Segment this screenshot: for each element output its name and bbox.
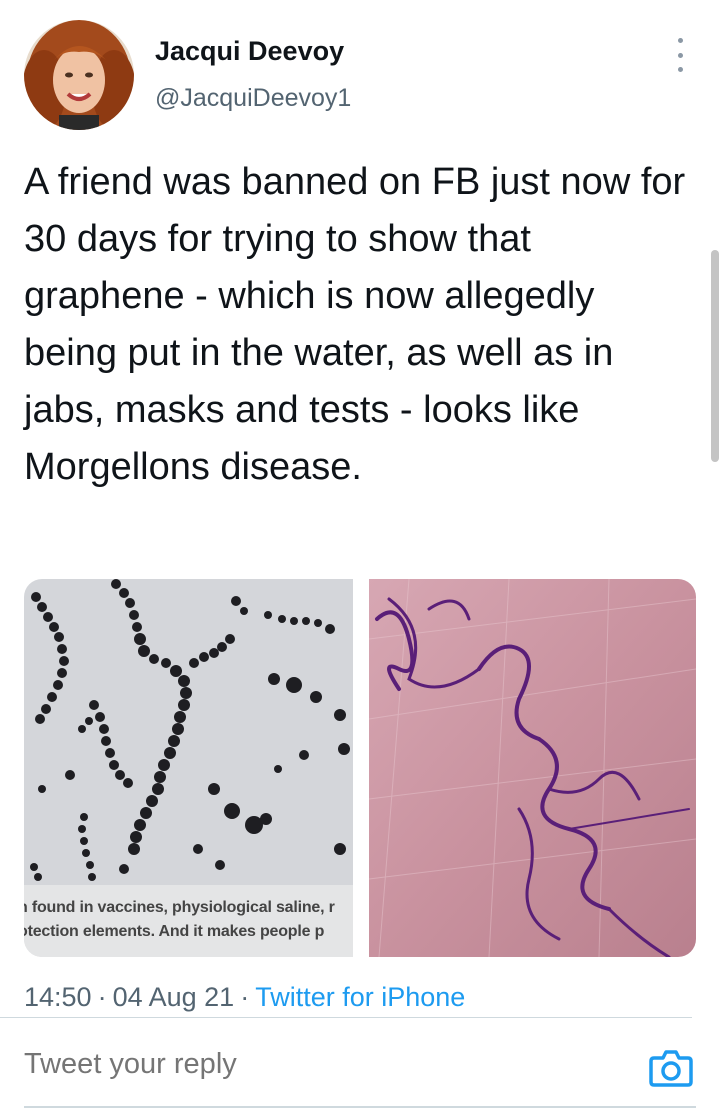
tweet-text: A friend was banned on FB just now for 3… bbox=[24, 161, 686, 488]
tweet-date[interactable]: 04 Aug 21 bbox=[113, 982, 235, 1012]
more-options-icon[interactable] bbox=[668, 38, 692, 72]
author-handle[interactable]: @JacquiDeevoy1 bbox=[155, 84, 351, 113]
tweet-meta: 14:50 · 04 Aug 21 · Twitter for iPhone bbox=[24, 982, 465, 1013]
media-caption-line: n found in vaccines, physiological salin… bbox=[24, 899, 335, 916]
media-image-graphene[interactable]: n found in vaccines, physiological salin… bbox=[24, 579, 353, 957]
meta-separator: · bbox=[240, 982, 250, 1012]
divider bbox=[0, 1017, 692, 1018]
tweet-time[interactable]: 14:50 bbox=[24, 982, 92, 1012]
tweet-source-link[interactable]: Twitter for iPhone bbox=[255, 982, 465, 1012]
media-image-fibers[interactable] bbox=[369, 579, 696, 957]
camera-icon[interactable] bbox=[648, 1044, 694, 1090]
media-caption-line: otection elements. And it makes people p bbox=[24, 923, 325, 940]
reply-input[interactable] bbox=[24, 1048, 524, 1081]
scrollbar[interactable] bbox=[711, 250, 719, 462]
tweet-media: n found in vaccines, physiological salin… bbox=[24, 579, 696, 957]
avatar[interactable] bbox=[24, 20, 134, 130]
media-caption: n found in vaccines, physiological salin… bbox=[24, 885, 353, 957]
divider bbox=[24, 1106, 696, 1108]
meta-separator: · bbox=[97, 982, 107, 1012]
author-display-name[interactable]: Jacqui Deevoy bbox=[155, 36, 344, 67]
